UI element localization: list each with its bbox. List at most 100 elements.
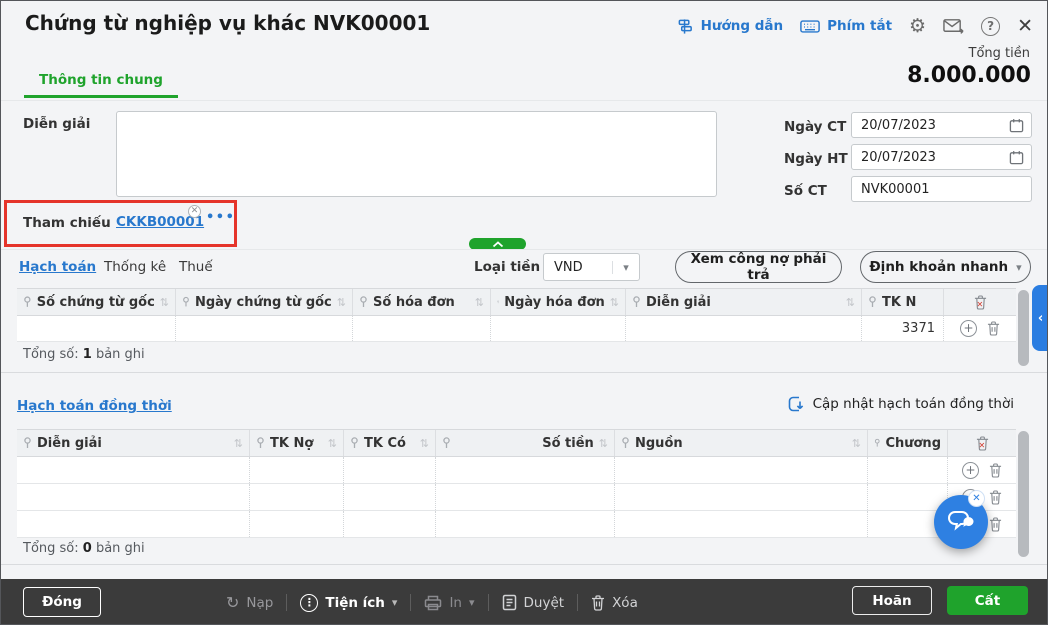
delete-row-icon[interactable] <box>989 489 1002 505</box>
close-button[interactable]: Đóng <box>23 587 101 617</box>
tab-accounting[interactable]: Hạch toán <box>19 259 96 275</box>
tab-tax[interactable]: Thuế <box>179 259 213 275</box>
delete-all-column-header[interactable]: ✕ <box>948 430 1016 456</box>
shortcuts-link[interactable]: Phím tắt <box>800 18 892 34</box>
chevron-down-icon: ▾ <box>1016 260 1022 274</box>
calendar-icon[interactable] <box>1009 150 1024 165</box>
reference-label: Tham chiếu <box>23 215 111 231</box>
add-row-icon[interactable]: + <box>962 461 979 479</box>
reference-remove-icon[interactable]: ✕ <box>188 205 201 218</box>
pin-icon <box>183 296 189 307</box>
reference-more-button[interactable]: ••• <box>206 210 235 225</box>
column-header[interactable]: TK Có ⇅ <box>344 430 436 456</box>
currency-value: VND <box>554 259 583 275</box>
delete-row-icon[interactable] <box>989 462 1002 478</box>
approve-button[interactable]: Duyệt <box>502 594 564 611</box>
refresh-icon: ↻ <box>226 593 240 612</box>
date-ct-label: Ngày CT <box>784 119 847 135</box>
sort-icon[interactable]: ⇅ <box>420 437 429 450</box>
delete-row-icon[interactable] <box>989 516 1002 532</box>
simultaneous-accounting-link[interactable]: Hạch toán đồng thời <box>17 398 172 414</box>
table-scrollbar[interactable] <box>1018 290 1029 366</box>
divider <box>487 594 489 611</box>
postpone-button[interactable]: Hoãn <box>852 586 932 615</box>
save-button[interactable]: Cất <box>947 586 1028 615</box>
column-header[interactable]: TK N <box>862 289 944 315</box>
close-icon[interactable]: ✕ <box>1017 15 1033 37</box>
divider <box>1 564 1047 565</box>
print-button[interactable]: In ▾ <box>424 595 475 611</box>
currency-select[interactable]: VND ▾ <box>543 253 640 281</box>
column-header[interactable]: Chương <box>868 430 948 456</box>
sort-icon[interactable]: ⇅ <box>610 296 619 309</box>
quick-posting-button[interactable]: Định khoản nhanh ▾ <box>860 251 1031 283</box>
guide-icon <box>677 18 694 35</box>
sort-icon[interactable]: ⇅ <box>846 296 855 309</box>
column-header[interactable]: Nguồn ⇅ <box>615 430 868 456</box>
guide-link[interactable]: Hướng dẫn <box>677 18 784 35</box>
sort-icon[interactable]: ⇅ <box>475 296 484 309</box>
chat-dismiss-icon[interactable]: ✕ <box>968 490 985 507</box>
divider <box>1 372 1047 373</box>
delete-all-icon[interactable]: ✕ <box>976 435 989 451</box>
date-ht-input[interactable] <box>851 144 1032 170</box>
table-row[interactable]: + <box>17 484 1016 511</box>
table1-total: Tổng số: 1 bản ghi <box>23 347 145 362</box>
column-header[interactable]: Diễn giải ⇅ <box>626 289 862 315</box>
column-header[interactable]: Ngày chứng từ gốc ⇅ <box>176 289 353 315</box>
column-header[interactable]: Số hóa đơn ⇅ <box>353 289 491 315</box>
total-amount-value: 8.000.000 <box>907 63 1031 88</box>
sort-icon[interactable]: ⇅ <box>328 437 337 450</box>
reload-button[interactable]: ↻ Nạp <box>226 593 273 612</box>
tab-general-info[interactable]: Thông tin chung <box>24 72 178 98</box>
utilities-button[interactable]: ⋮ Tiện ích ▾ <box>300 593 398 612</box>
chevron-left-icon: ‹ <box>1037 310 1044 326</box>
table-row[interactable]: + <box>17 511 1016 538</box>
column-header[interactable]: Diễn giải ⇅ <box>17 430 250 456</box>
view-payables-button[interactable]: Xem công nợ phải trả <box>675 251 842 283</box>
update-simultaneous-button[interactable]: Cập nhật hạch toán đồng thời <box>787 395 1014 413</box>
table-row[interactable]: 3371 + <box>17 316 1016 342</box>
add-row-icon[interactable]: + <box>960 320 977 337</box>
voucher-dialog: Chứng từ nghiệp vụ khác NVK00001 Hướng d… <box>0 0 1048 625</box>
chevron-down-icon: ▾ <box>391 596 398 609</box>
description-textarea[interactable] <box>116 111 717 197</box>
table-row[interactable]: + <box>17 457 1016 484</box>
chevron-down-icon: ▾ <box>612 260 639 274</box>
trash-icon <box>591 594 605 611</box>
page-title: Chứng từ nghiệp vụ khác NVK00001 <box>25 11 431 35</box>
sort-icon[interactable]: ⇅ <box>160 296 169 309</box>
side-panel-toggle[interactable]: ‹ <box>1032 285 1047 351</box>
tab-statistics[interactable]: Thống kê <box>104 259 166 275</box>
sort-icon[interactable]: ⇅ <box>337 296 346 309</box>
keyboard-icon <box>800 19 820 34</box>
sort-icon[interactable]: ⇅ <box>234 437 243 450</box>
pin-icon <box>351 437 358 448</box>
pin-icon <box>622 437 629 448</box>
delete-all-column-header[interactable]: ✕ <box>944 289 1016 315</box>
feedback-mail-icon[interactable] <box>943 18 964 35</box>
column-header[interactable]: Số chứng từ gốc ⇅ <box>17 289 176 315</box>
footer-actions: ↻ Nạp ⋮ Tiện ích ▾ In ▾ Duyệt Xóa <box>226 579 638 624</box>
guide-label: Hướng dẫn <box>700 18 784 34</box>
delete-all-icon[interactable]: ✕ <box>974 294 987 310</box>
document-icon <box>502 594 517 611</box>
help-icon[interactable]: ? <box>981 16 1001 36</box>
printer-icon <box>424 595 442 611</box>
calendar-icon[interactable] <box>1009 118 1024 133</box>
sort-icon[interactable]: ⇅ <box>852 437 861 450</box>
date-ct-input[interactable] <box>851 112 1032 138</box>
column-header[interactable]: Số tiền ⇅ <box>436 430 615 456</box>
delete-row-icon[interactable] <box>987 321 1000 336</box>
column-header[interactable]: TK Nợ ⇅ <box>250 430 344 456</box>
update-simultaneous-label: Cập nhật hạch toán đồng thời <box>812 396 1014 412</box>
update-icon <box>788 396 803 412</box>
delete-button[interactable]: Xóa <box>591 595 638 611</box>
gear-icon[interactable]: ⚙ <box>909 16 926 36</box>
sort-icon[interactable]: ⇅ <box>599 437 608 450</box>
table-scrollbar[interactable] <box>1018 431 1029 557</box>
shortcuts-label: Phím tắt <box>827 18 893 34</box>
section-divider <box>1 249 1047 250</box>
column-header[interactable]: Ngày hóa đơn ⇅ <box>491 289 626 315</box>
doc-no-input[interactable] <box>851 176 1032 202</box>
